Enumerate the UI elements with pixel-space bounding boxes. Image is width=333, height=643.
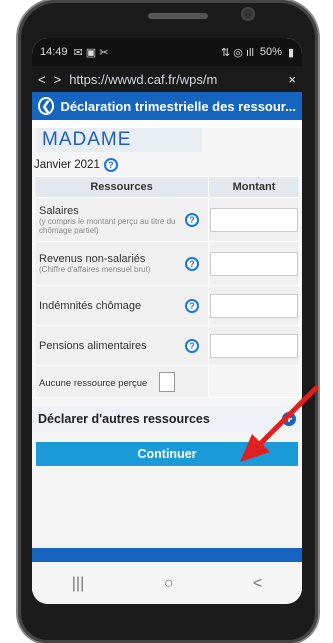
help-icon[interactable]: ? xyxy=(185,298,199,313)
amount-cell xyxy=(208,241,300,286)
battery-icon: ▮ xyxy=(287,46,294,59)
amount-cell xyxy=(208,197,300,242)
table-row: Pensions alimentaires ? xyxy=(34,325,300,366)
column-header-resources: Ressources xyxy=(34,176,209,198)
help-icon[interactable]: ? xyxy=(185,212,199,227)
row-title: Pensions alimentaires xyxy=(39,339,147,352)
android-nav-bar: ||| ○ < xyxy=(32,564,302,604)
row-title: Indémnités chômage xyxy=(39,299,142,312)
signal-icons: ⇅ ◎ ıll xyxy=(221,46,254,59)
user-name: MADAME xyxy=(36,128,202,152)
resources-table: Ressources Montant Salaires (y compris l… xyxy=(34,176,300,398)
salaires-amount-input[interactable] xyxy=(210,207,298,232)
row-title: Salaires xyxy=(39,204,79,217)
browser-url-bar: < > https://wwwd.caf.fr/wps/m × xyxy=(32,66,302,92)
footer-bar xyxy=(32,548,302,562)
notification-icons: ✉ ▣ ✂ xyxy=(73,46,109,59)
resource-cell: Pensions alimentaires ? xyxy=(34,325,209,366)
chomage-amount-input[interactable] xyxy=(210,293,298,318)
amount-cell xyxy=(208,285,300,326)
battery-level: 50% xyxy=(259,46,282,58)
resource-cell: Revenus non-salariés (Chiffre d'affaires… xyxy=(34,241,209,286)
column-header-amount: Montant xyxy=(208,176,300,198)
help-icon[interactable]: ? xyxy=(103,158,118,172)
status-bar: 14:49 ✉ ▣ ✂ ⇅ ◎ ıll 50% ▮ xyxy=(32,38,302,66)
period-row: Janvier 2021 ? xyxy=(34,158,302,172)
phone-screen: 14:49 ✉ ▣ ✂ ⇅ ◎ ıll 50% ▮ < > https://ww… xyxy=(32,38,302,604)
help-icon[interactable]: ? xyxy=(185,256,199,271)
page-header: ❮ Déclaration trimestrielle des ressour.… xyxy=(32,92,302,120)
browser-forward-button[interactable]: > xyxy=(54,72,62,87)
url-field[interactable]: https://wwwd.caf.fr/wps/m xyxy=(69,72,280,87)
table-row: Aucune ressource perçue xyxy=(34,365,300,398)
table-row: Revenus non-salariés (Chiffre d'affaires… xyxy=(34,241,300,286)
back-arrow-icon[interactable]: ❮ xyxy=(38,97,55,115)
plus-icon[interactable]: + xyxy=(282,412,296,426)
help-icon[interactable]: ? xyxy=(185,338,199,353)
row-label: Revenus non-salariés (Chiffre d'affaires… xyxy=(36,249,154,278)
row-label: Salaires (y compris le montant perçu au … xyxy=(36,201,185,239)
browser-back-button[interactable]: < xyxy=(38,72,46,87)
phone-camera xyxy=(243,9,253,19)
table-row: Salaires (y compris le montant perçu au … xyxy=(34,197,300,242)
status-time: 14:49 xyxy=(40,46,68,58)
amount-cell xyxy=(208,325,300,366)
declare-other-label: Déclarer d'autres ressources xyxy=(38,412,210,426)
empty-cell xyxy=(208,365,300,398)
nav-back-button[interactable]: < xyxy=(253,575,262,593)
revenus-amount-input[interactable] xyxy=(210,251,298,276)
row-subtitle: (Chiffre d'affaires mensuel brut) xyxy=(39,265,151,274)
table-row: Indémnités chômage ? xyxy=(34,285,300,326)
phone-speaker xyxy=(148,13,208,19)
form-content: MADAME Janvier 2021 ? Ressources Montant… xyxy=(32,128,302,592)
close-tab-button[interactable]: × xyxy=(288,72,296,87)
period-label: Janvier 2021 xyxy=(34,159,100,171)
resource-cell: Indémnités chômage ? xyxy=(34,285,209,326)
no-resource-checkbox[interactable] xyxy=(158,371,175,392)
pensions-amount-input[interactable] xyxy=(210,333,298,358)
row-subtitle: (y compris le montant perçu au titre du … xyxy=(39,216,176,235)
declare-other-row[interactable]: Déclarer d'autres ressources + xyxy=(32,406,302,432)
table-header-row: Ressources Montant xyxy=(34,176,300,198)
row-title: Revenus non-salariés xyxy=(39,253,146,265)
no-resource-cell: Aucune ressource perçue xyxy=(34,365,209,398)
recent-apps-button[interactable]: ||| xyxy=(72,575,84,593)
home-button[interactable]: ○ xyxy=(164,575,174,593)
continue-button[interactable]: Continuer xyxy=(36,442,298,466)
no-resource-label: Aucune ressource perçue xyxy=(39,377,148,389)
page-title: Déclaration trimestrielle des ressour... xyxy=(60,98,296,114)
resource-cell: Salaires (y compris le montant perçu au … xyxy=(34,197,209,242)
